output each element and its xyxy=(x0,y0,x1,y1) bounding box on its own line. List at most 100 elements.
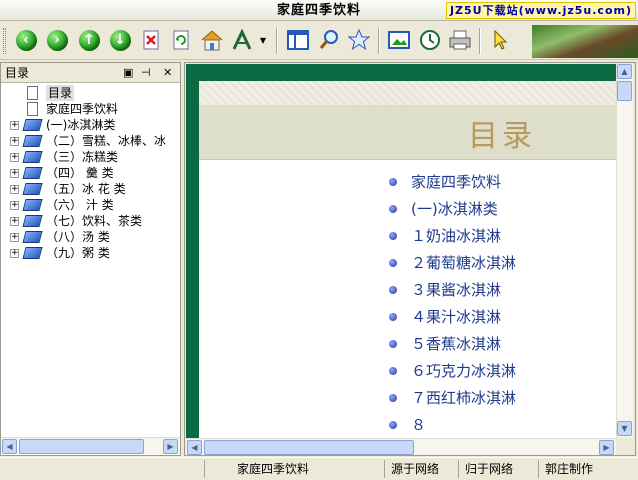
panel-button[interactable] xyxy=(285,27,311,53)
scroll-left-button[interactable]: ◀ xyxy=(187,440,202,455)
search-button[interactable] xyxy=(316,27,342,53)
scroll-right-button[interactable]: ▶ xyxy=(599,440,614,455)
tree-item[interactable]: + （六） 汁 类 xyxy=(1,197,180,213)
pin-icon[interactable]: ⊣ xyxy=(141,63,151,83)
toc-link-label: 家庭四季饮料 xyxy=(411,173,502,191)
home-icon xyxy=(201,30,223,51)
scroll-left-button[interactable]: ◀ xyxy=(2,439,17,454)
banner-band xyxy=(199,105,616,159)
toc-link[interactable]: 家庭四季饮料 xyxy=(389,173,516,200)
tree-item-label: (一)冰淇淋类 xyxy=(46,118,116,132)
home-button[interactable] xyxy=(199,27,225,53)
expand-icon[interactable]: + xyxy=(10,233,19,242)
delete-button[interactable] xyxy=(138,27,164,53)
tree-item[interactable]: + （三）冻糕类 xyxy=(1,149,180,165)
up-icon: ↑ xyxy=(78,29,100,51)
bullet-icon xyxy=(389,259,397,267)
font-button[interactable] xyxy=(229,27,255,53)
toc-list: 家庭四季饮料 (一)冰淇淋类 １奶油冰淇淋 ２葡萄糖冰淇淋 ３果酱冰淇淋 ４果汁冰淇淋 ５香… xyxy=(389,173,516,438)
toolbar-grip[interactable] xyxy=(3,28,6,54)
page-banner: 目录 xyxy=(199,81,616,160)
toc-link[interactable]: ８ xyxy=(389,416,516,438)
toc-link[interactable]: ５香蕉冰淇淋 xyxy=(389,335,516,362)
toc-link[interactable]: ７西红柿冰淇淋 xyxy=(389,389,516,416)
toc-link-label: ６巧克力冰淇淋 xyxy=(411,362,517,380)
book-icon xyxy=(22,247,43,259)
expand-icon[interactable]: + xyxy=(10,121,19,130)
status-source: 源于网络 xyxy=(384,460,450,478)
tree-item[interactable]: + （八）汤 类 xyxy=(1,229,180,245)
toolbar: ‹ › ↑ ↓ ▼ xyxy=(0,22,638,60)
toc-link[interactable]: (一)冰淇淋类 xyxy=(389,200,516,227)
content-hscrollbar[interactable]: ◀ ▶ xyxy=(186,438,616,455)
scroll-thumb[interactable] xyxy=(617,81,632,101)
tree-item[interactable]: 目录 xyxy=(1,85,180,101)
book-icon xyxy=(22,119,43,131)
tree-item[interactable]: 家庭四季饮料 xyxy=(1,101,180,117)
content-page: 目录 家庭四季饮料 (一)冰淇淋类 １奶油冰淇淋 ２葡萄糖冰淇淋 ３果酱冰淇淋 ４果汁冰淇… xyxy=(199,81,616,438)
book-icon xyxy=(22,135,43,147)
tree-item[interactable]: + （七）饮料、茶类 xyxy=(1,213,180,229)
picture-icon xyxy=(388,31,410,49)
up-button[interactable]: ↑ xyxy=(76,27,102,53)
toc-link[interactable]: ４果汁冰淇淋 xyxy=(389,308,516,335)
content-vscrollbar[interactable]: ▲ ▼ xyxy=(616,64,633,438)
toc-link-label: １奶油冰淇淋 xyxy=(411,227,502,245)
dock-icon[interactable]: ▣ xyxy=(123,63,133,83)
toc-link-label: ７西红柿冰淇淋 xyxy=(411,389,517,407)
expand-icon[interactable]: + xyxy=(10,185,19,194)
scroll-thumb[interactable] xyxy=(19,439,144,454)
font-dropdown[interactable]: ▼ xyxy=(257,27,269,53)
forward-button[interactable]: › xyxy=(44,27,70,53)
tree-item-label: 家庭四季饮料 xyxy=(46,102,119,116)
scroll-right-button[interactable]: ▶ xyxy=(163,439,178,454)
expand-icon[interactable]: + xyxy=(10,153,19,162)
expand-icon[interactable]: + xyxy=(10,169,19,178)
bullet-icon xyxy=(389,394,397,402)
forward-icon: › xyxy=(46,29,68,51)
tree-item-label: （九）粥 类 xyxy=(46,246,110,260)
contents-hscrollbar[interactable]: ◀ ▶ xyxy=(1,437,180,454)
tree-item[interactable]: + （五）冰 花 类 xyxy=(1,181,180,197)
contents-panel-title: 目录 xyxy=(5,66,30,80)
pointer-button[interactable] xyxy=(487,27,513,53)
favorites-button[interactable] xyxy=(346,27,372,53)
expand-icon[interactable]: + xyxy=(10,249,19,258)
toc-link-label: ２葡萄糖冰淇淋 xyxy=(411,254,517,272)
scroll-down-button[interactable]: ▼ xyxy=(617,421,632,436)
tree-item[interactable]: + (一)冰淇淋类 xyxy=(1,117,180,133)
toc-link[interactable]: ３果酱冰淇淋 xyxy=(389,281,516,308)
back-button[interactable]: ‹ xyxy=(13,27,39,53)
tree-item[interactable]: + （二）雪糕、冰棒、冰 xyxy=(1,133,180,149)
tree-item[interactable]: + （九）粥 类 xyxy=(1,245,180,261)
expand-icon[interactable]: + xyxy=(10,217,19,226)
tree-item[interactable]: + （四） 羹 类 xyxy=(1,165,180,181)
scroll-up-button[interactable]: ▲ xyxy=(617,64,632,79)
expand-icon[interactable]: + xyxy=(10,201,19,210)
contents-panel: 目录 ▣ ⊣ ✕ 目录 家庭四季饮料 + (一)冰淇淋类 + （二）雪糕、冰棒、冰 + （三）… xyxy=(0,62,181,456)
tree-item-label: （二）雪糕、冰棒、冰 xyxy=(46,134,167,148)
refresh-button[interactable] xyxy=(168,27,194,53)
content-panel: 目录 家庭四季饮料 (一)冰淇淋类 １奶油冰淇淋 ２葡萄糖冰淇淋 ３果酱冰淇淋 ４果汁冰淇… xyxy=(184,62,636,456)
picture-button[interactable] xyxy=(386,27,412,53)
down-icon: ↓ xyxy=(109,29,131,51)
search-icon xyxy=(319,30,338,49)
expand-icon[interactable]: + xyxy=(10,137,19,146)
favorites-icon xyxy=(348,29,370,51)
window-title: 家庭四季饮料 xyxy=(276,3,361,18)
toc-link[interactable]: ６巧克力冰淇淋 xyxy=(389,362,516,389)
panel-icon xyxy=(287,30,309,50)
bullet-icon xyxy=(389,205,397,213)
toc-link[interactable]: ２葡萄糖冰淇淋 xyxy=(389,254,516,281)
close-icon[interactable]: ✕ xyxy=(163,63,172,83)
toolbar-separator xyxy=(276,28,278,54)
toc-link-label: ４果汁冰淇淋 xyxy=(411,308,502,326)
down-button[interactable]: ↓ xyxy=(107,27,133,53)
contents-tree: 目录 家庭四季饮料 + (一)冰淇淋类 + （二）雪糕、冰棒、冰 + （三）冻糕类 + （四） 羹… xyxy=(1,83,180,261)
refresh-icon xyxy=(173,30,189,50)
scroll-thumb[interactable] xyxy=(204,440,414,455)
clock-button[interactable] xyxy=(417,27,443,53)
print-button[interactable] xyxy=(447,27,473,53)
toc-link[interactable]: １奶油冰淇淋 xyxy=(389,227,516,254)
bullet-icon xyxy=(389,313,397,321)
